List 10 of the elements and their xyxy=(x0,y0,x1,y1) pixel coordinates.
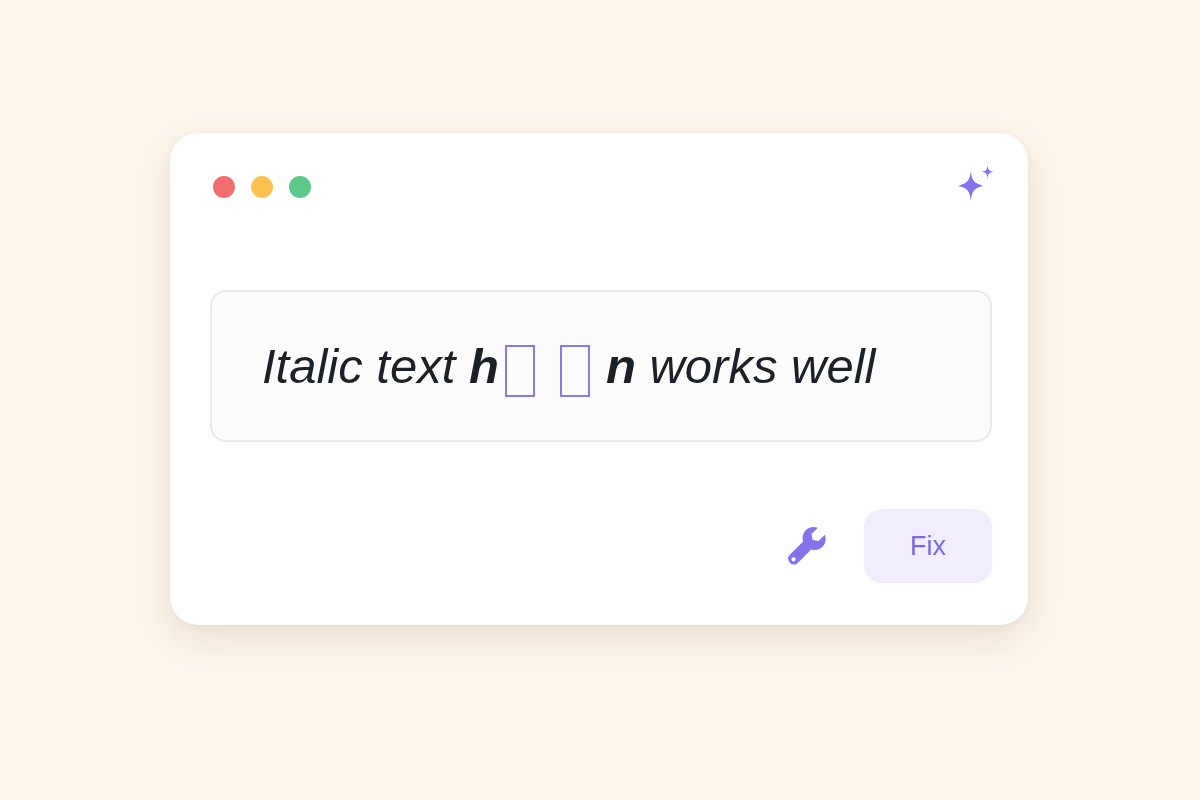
window-control-dot-icon[interactable] xyxy=(289,176,311,198)
wrench-icon[interactable] xyxy=(786,525,828,567)
fix-button[interactable]: Fix xyxy=(864,509,992,583)
window-control-dot-icon[interactable] xyxy=(213,176,235,198)
text-run: Italic text h xyxy=(262,337,499,395)
text-field[interactable]: Italic text h n works well xyxy=(210,290,992,442)
text-run: n works well xyxy=(605,337,876,395)
missing-glyph-icon xyxy=(504,345,535,397)
window-control-dot-icon[interactable] xyxy=(251,176,273,198)
missing-glyph-icon xyxy=(559,345,590,397)
